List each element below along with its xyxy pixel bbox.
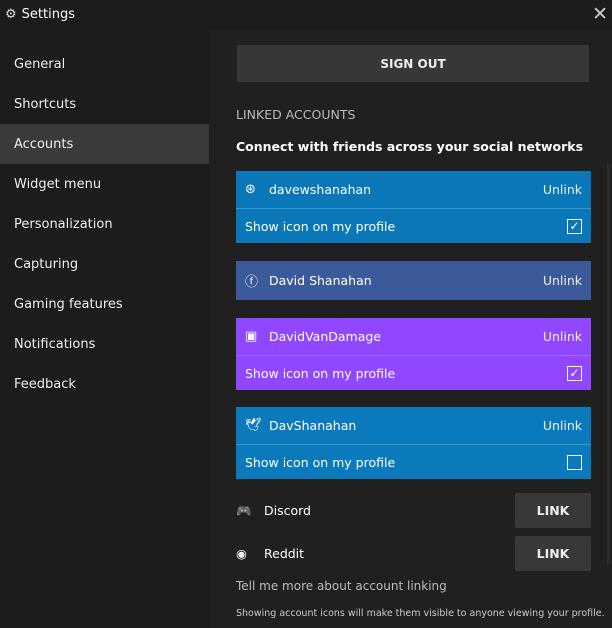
unlink-button[interactable]: Unlink (543, 182, 582, 197)
sidebar-item-gaming-features[interactable]: Gaming features (0, 284, 209, 324)
steam-account: ⊛ davewshanahan Unlink Show icon on my pro… (236, 171, 591, 243)
unlink-button[interactable]: Unlink (543, 329, 582, 344)
link-reddit-button[interactable]: LINK (515, 536, 591, 571)
show-icon-checkbox[interactable]: ✓ (567, 218, 582, 234)
sidebar-item-feedback[interactable]: Feedback (0, 364, 209, 404)
sidebar-item-capturing[interactable]: Capturing (0, 244, 209, 284)
sidebar-item-general[interactable]: General (0, 44, 209, 84)
title-bar: ⚙ Settings ✕ (0, 0, 612, 29)
twitter-account: 🕊 DavShanahan Unlink Show icon on my profi… (236, 407, 591, 479)
facebook-icon: ⓕ (245, 275, 259, 290)
facebook-account: ⓕ David Shanahan Unlink (236, 261, 591, 300)
show-icon-checkbox[interactable]: ✓ (567, 365, 582, 381)
gear-icon: ⚙ (5, 7, 17, 22)
scrollbar[interactable] (607, 164, 610, 564)
discord-row: 🎮 Discord LINK (236, 493, 591, 528)
account-name: davewshanahan (269, 182, 372, 197)
reddit-label: Reddit (264, 546, 305, 561)
account-name: DavidVanDamage (269, 329, 381, 344)
twitter-icon: 🕊 (245, 418, 262, 433)
privacy-note: Showing account icons will make them vis… (236, 608, 605, 619)
twitch-icon: ▣ (245, 329, 258, 344)
reddit-icon: ◉ (236, 546, 247, 561)
steam-icon: ⊛ (245, 182, 256, 197)
sign-out-button[interactable]: SIGN OUT (237, 45, 589, 82)
account-name: David Shanahan (269, 273, 372, 288)
twitch-account: ▣ DavidVanDamage Unlink Show icon on my pr… (236, 318, 591, 390)
sidebar-item-shortcuts[interactable]: Shortcuts (0, 84, 209, 124)
sidebar-item-personalization[interactable]: Personalization (0, 204, 209, 244)
section-title: LINKED ACCOUNTS (236, 107, 356, 122)
show-icon-label: Show icon on my profile (245, 218, 396, 234)
show-icon-label: Show icon on my profile (245, 365, 396, 381)
account-linking-info-link[interactable]: Tell me more about account linking (236, 579, 447, 593)
window-title: Settings (21, 7, 75, 22)
sidebar: General Shortcuts Accounts Widget menu P… (0, 29, 209, 628)
unlink-button[interactable]: Unlink (543, 273, 582, 288)
link-discord-button[interactable]: LINK (515, 493, 591, 528)
discord-icon: 🎮 (236, 502, 252, 518)
show-icon-checkbox[interactable] (567, 454, 582, 470)
unlink-button[interactable]: Unlink (543, 418, 582, 433)
sidebar-item-accounts[interactable]: Accounts (0, 124, 209, 164)
close-icon[interactable]: ✕ (592, 3, 608, 25)
accounts-panel: SIGN OUT LINKED ACCOUNTS Connect with fr… (209, 29, 612, 628)
reddit-row: ◉ Reddit LINK (236, 536, 591, 571)
discord-label: Discord (264, 503, 311, 518)
sidebar-item-notifications[interactable]: Notifications (0, 324, 209, 364)
subheading: Connect with friends across your social … (236, 139, 584, 154)
account-name: DavShanahan (269, 418, 357, 433)
show-icon-label: Show icon on my profile (245, 454, 396, 470)
sidebar-item-widget-menu[interactable]: Widget menu (0, 164, 209, 204)
